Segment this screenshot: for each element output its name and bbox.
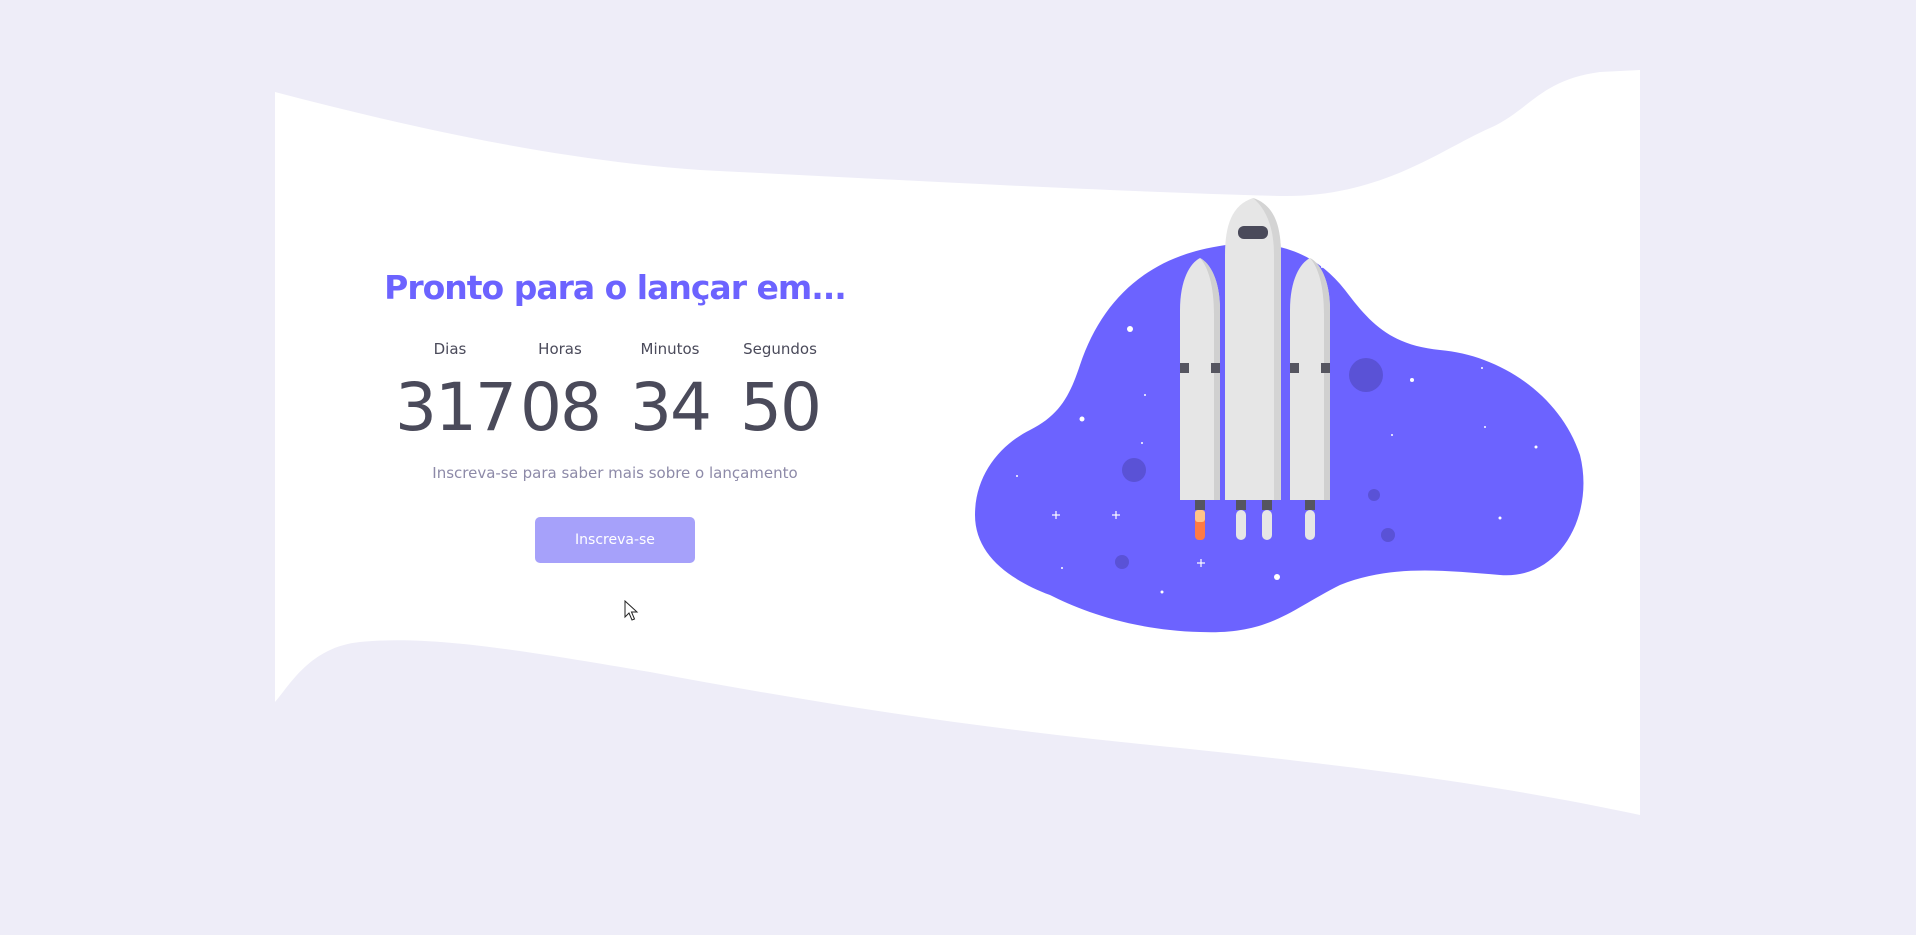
right-booster [1290,258,1330,540]
landing-page: Pronto para o lançar em... Dias 317 Hora… [0,0,1916,935]
wavy-card-background [275,70,1640,815]
countdown-seconds-value: 50 [740,369,822,446]
countdown-seconds-label: Segundos [743,340,817,358]
page-title: Pronto para o lançar em... [384,268,847,307]
countdown-minutes-label: Minutos [640,340,700,358]
countdown-minutes: Minutos 34 [615,338,725,448]
subscribe-subtitle: Inscreva-se para saber mais sobre o lanç… [432,464,798,482]
countdown-minutes-value: 34 [630,369,712,446]
subscribe-button[interactable]: Inscreva-se [535,517,695,563]
hero-content: Pronto para o lançar em... Dias 317 Hora… [360,260,870,563]
countdown-hours-value: 08 [520,369,602,446]
countdown-hours-label: Horas [538,340,582,358]
countdown-days: Dias 317 [395,338,517,448]
mouse-cursor-icon [624,600,639,621]
countdown-timer: Dias 317 Horas 08 Minutos 34 Segundos 50 [360,338,870,448]
left-booster [1180,258,1220,540]
main-rocket [1225,198,1281,540]
countdown-days-value: 317 [395,369,517,446]
countdown-seconds: Segundos 50 [725,338,835,448]
rocket-launch-illustration [975,198,1584,633]
countdown-hours: Horas 08 [505,338,615,448]
countdown-days-label: Dias [433,340,467,358]
